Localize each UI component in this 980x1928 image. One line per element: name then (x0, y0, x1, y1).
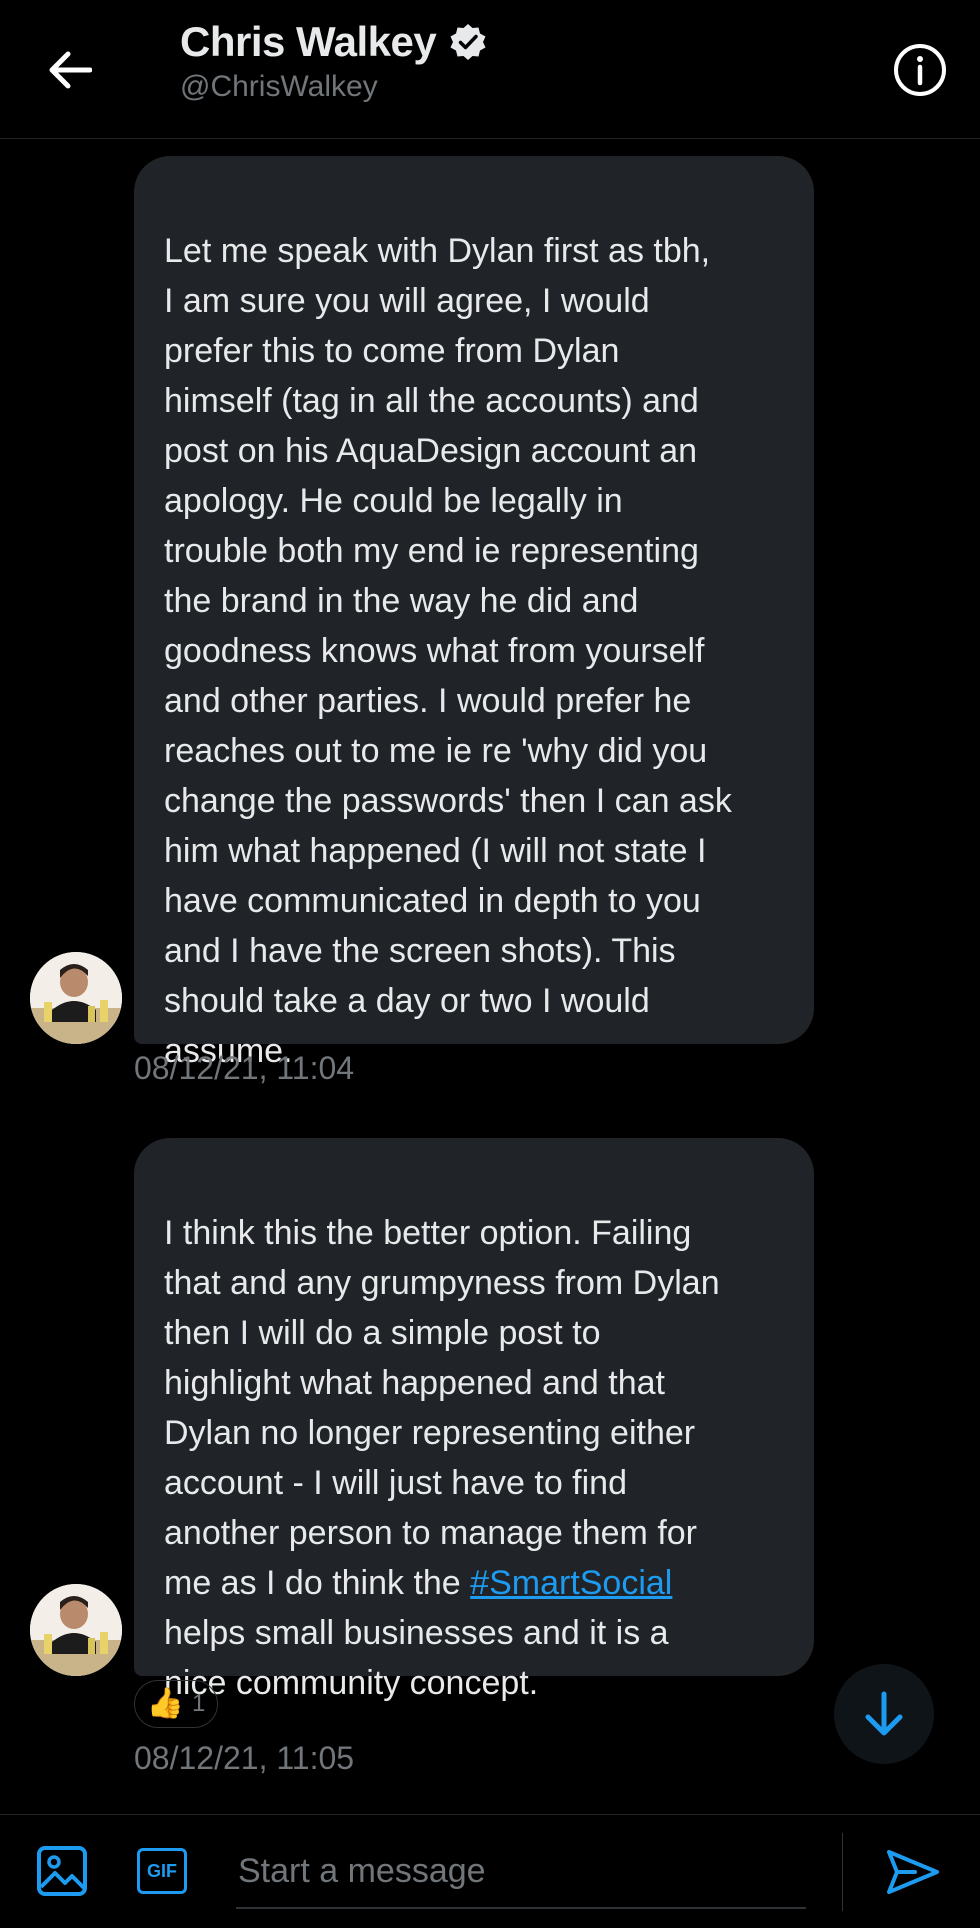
message-text: Let me speak with Dylan first as tbh, I … (164, 232, 732, 1070)
message-bubble[interactable]: I think this the better option. Failing … (134, 1138, 814, 1702)
reaction-badge[interactable]: 👍 1 (134, 1680, 218, 1728)
back-button[interactable] (40, 40, 100, 100)
message-text-part: helps small businesses and it is a nice … (164, 1614, 669, 1702)
message-input[interactable] (236, 1835, 806, 1909)
avatar-photo (30, 1584, 122, 1676)
avatar[interactable] (30, 1584, 122, 1676)
scroll-to-bottom-button[interactable] (834, 1664, 934, 1764)
send-icon (887, 1850, 939, 1894)
reaction-count: 1 (192, 1690, 206, 1717)
hashtag-link[interactable]: #SmartSocial (470, 1564, 672, 1602)
contact-name: Chris Walkey (180, 18, 437, 65)
avatar-photo (30, 952, 122, 1044)
message-timestamp: 08/12/21, 11:04 (134, 1050, 355, 1086)
arrow-left-icon (49, 51, 92, 89)
gif-icon: GIF (137, 1848, 187, 1894)
message-composer: GIF (0, 1814, 980, 1928)
image-icon (37, 1846, 87, 1896)
thumbs-up-icon: 👍 (146, 1687, 184, 1720)
avatar[interactable] (30, 952, 122, 1044)
message-text-part: I think this the better option. Failing … (164, 1214, 720, 1602)
composer-divider (842, 1833, 843, 1911)
arrow-down-icon (865, 1691, 903, 1736)
message-bubble[interactable]: Let me speak with Dylan first as tbh, I … (134, 156, 814, 1070)
add-gif-button[interactable]: GIF (134, 1843, 190, 1899)
send-button[interactable] (882, 1841, 944, 1903)
conversation-header: Chris Walkey @ChrisWalkey (0, 0, 980, 139)
verified-badge-icon (450, 24, 486, 60)
conversation-info-button[interactable] (890, 40, 950, 100)
message-timestamp: 08/12/21, 11:05 (134, 1740, 355, 1776)
info-icon (894, 44, 946, 96)
add-media-button[interactable] (34, 1843, 90, 1899)
contact-handle: @ChrisWalkey (180, 70, 378, 103)
conversation-title[interactable]: Chris Walkey @ChrisWalkey (180, 18, 488, 104)
